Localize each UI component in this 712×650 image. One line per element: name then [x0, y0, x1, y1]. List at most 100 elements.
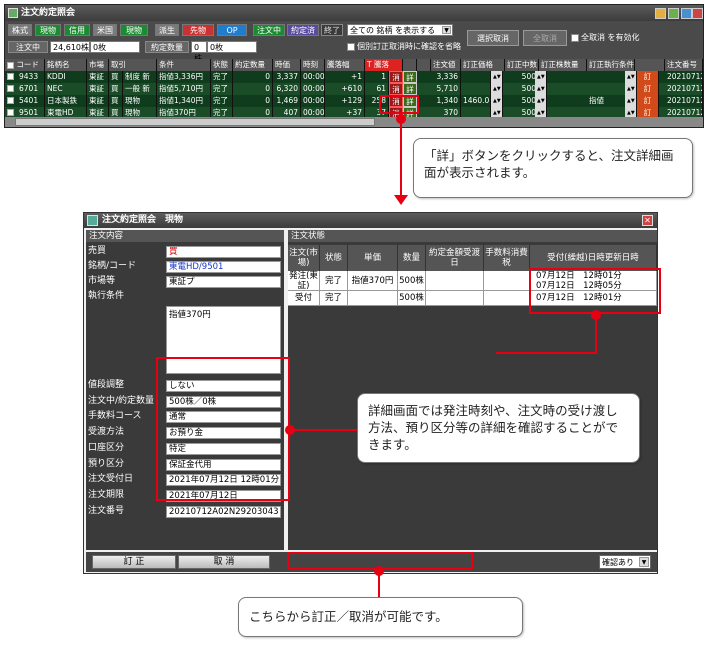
scroll-thumb[interactable] [15, 118, 375, 126]
detail-field: 注文番号 20210712A02N29203043 [86, 504, 284, 519]
grid-cell [461, 83, 491, 95]
grid-cell: 5401 [17, 95, 45, 107]
detail-field: 売買買 [86, 244, 284, 259]
row-detail-button[interactable]: 詳 [403, 83, 417, 95]
row-checkbox[interactable] [7, 73, 14, 80]
symbol-filter-select[interactable]: 全ての 銘柄 を表示する ▼ [347, 24, 453, 36]
row-checkbox[interactable] [7, 109, 14, 116]
tab-derivative[interactable]: 派生 [155, 24, 179, 36]
stepper-icon[interactable]: ▲▼ [491, 71, 503, 83]
horizontal-scrollbar[interactable] [5, 117, 703, 127]
order-inquiry-window: 注文約定照会 株式 現物 信用 米国 現物 派生 先物 OP 注文中 約定済 終… [4, 4, 704, 128]
filter-ordering-button[interactable]: 注文中 [253, 24, 285, 36]
callout-detail-button: 「詳」ボタンをクリックすると、注文詳細画面が表示されます。 [413, 138, 693, 198]
grid-header: コード 銘柄名 市場 取引 条件 状態 約定数量 時価 時刻 騰落幅 T 騰落 … [5, 59, 703, 71]
stepper-icon[interactable]: ▲▼ [491, 83, 503, 95]
status-cell: 完了 [320, 291, 348, 306]
tab-stock[interactable]: 株式 [8, 24, 32, 36]
order-qty-label: 注文中 [8, 41, 48, 53]
grid-cell: 1,340 [431, 95, 461, 107]
grid-cell: 6701 [17, 83, 45, 95]
grid-cell: 3,336 [431, 71, 461, 83]
grid-cell: 0 [233, 71, 273, 83]
grid-cell: 00:00 [303, 95, 325, 107]
grid-cell: +129 [325, 95, 365, 107]
app-logo-icon [8, 8, 18, 18]
row-checkbox[interactable] [7, 97, 14, 104]
grid-cell: +1 [325, 71, 365, 83]
confirm-skip-checkbox[interactable]: 個別訂正取消時に確認を省略 [347, 42, 461, 52]
grid-cell: 3,337 [273, 71, 301, 83]
stepper-icon[interactable]: ▲▼ [625, 71, 637, 83]
exec-qty-value2: 0枚 [207, 41, 257, 53]
row-cancel-button[interactable]: 消 [389, 83, 403, 95]
grid-cell: 61 [365, 83, 389, 95]
filter-finished-button[interactable]: 終了 [321, 24, 343, 36]
arrow-down-icon [394, 195, 408, 205]
tab-futures[interactable]: 先物 [182, 24, 214, 36]
grid-cell: 東証 [87, 71, 109, 83]
row-revise-button[interactable]: 訂 [637, 71, 659, 83]
detail-field: 銘柄/コード 東電HD/9501 [86, 259, 284, 274]
stepper-icon[interactable]: ▲▼ [625, 95, 637, 107]
table-row[interactable]: 9433 KDDI 東証買制度 新指値3,336円 完了 0 3,337 00:00 +1 1 消… [5, 71, 703, 83]
order-qty-value2: 0枚 [90, 41, 140, 53]
exec-qty-value: 0株 [191, 41, 207, 63]
row-revise-button[interactable]: 訂 [637, 83, 659, 95]
grid-cell: 指値1,340円 [157, 95, 211, 107]
grid-cell: 20210712 [667, 95, 703, 107]
grid-cell: NEC [45, 83, 87, 95]
grid-cell: 20210712 [667, 71, 703, 83]
grid-cell: 買 [109, 83, 123, 95]
stepper-icon[interactable]: ▲▼ [535, 71, 547, 83]
row-revise-button[interactable]: 訂 [637, 95, 659, 107]
pointer-line [378, 574, 380, 598]
tab-margin[interactable]: 信用 [64, 24, 90, 36]
filter-executed-button[interactable]: 約定済 [287, 24, 319, 36]
stepper-icon[interactable]: ▲▼ [535, 95, 547, 107]
order-grid: コード 銘柄名 市場 取引 条件 状態 約定数量 時価 時刻 騰落幅 T 騰落 … [5, 59, 703, 119]
grid-cell: 20210712 [667, 83, 703, 95]
close-icon[interactable] [692, 8, 703, 19]
select-cancel-button[interactable]: 選択取消 [467, 30, 519, 46]
stepper-icon[interactable]: ▲▼ [491, 95, 503, 107]
table-row[interactable]: 5401 日本製鉄 東証買現物 指値1,340円 完了 0 1,469 00:00 +129 25… [5, 95, 703, 107]
row-detail-button[interactable]: 詳 [403, 71, 417, 83]
grid-cell: KDDI [45, 71, 87, 83]
grid-cell: 買 [109, 95, 123, 107]
callout-details: 詳細画面では発注時刻や、注文時の受け渡し方法、預り区分等の詳細を確認することがで… [357, 393, 640, 463]
tab-cash[interactable]: 現物 [35, 24, 61, 36]
grid-cell: 東証 [87, 83, 109, 95]
status-cell: 完了 [320, 271, 348, 291]
row-checkbox[interactable] [7, 85, 14, 92]
grid-cell: 00:00 [303, 71, 325, 83]
tab-options[interactable]: OP [217, 24, 247, 36]
select-all-checkbox[interactable] [7, 61, 14, 69]
stepper-icon[interactable]: ▲▼ [535, 83, 547, 95]
table-row[interactable]: 6701 NEC 東証買一般 新指値5,710円 完了 0 6,320 00:00 +610 6… [5, 83, 703, 95]
grid-cell: 500 [505, 83, 539, 95]
cancel-order-button[interactable]: 取 消 [178, 555, 270, 569]
detail-field: 執行条件 [88, 291, 125, 301]
grid-cell: 1,469 [273, 95, 301, 107]
grid-cell: 1 [365, 71, 389, 83]
tab-us[interactable]: 米国 [93, 24, 117, 36]
confirm-select[interactable]: 確認あり ▼ [599, 555, 651, 569]
order-qty-value: 24,610株 [50, 41, 90, 53]
time-highlight [529, 268, 661, 314]
tab-us-cash[interactable]: 現物 [120, 24, 148, 36]
cancel-all-enable-checkbox[interactable]: 全取消 を有効化 [571, 33, 640, 43]
grid-cell: 1460.0 [463, 95, 491, 107]
cancel-all-button[interactable]: 全取消 [523, 30, 567, 46]
toolbar: 株式 現物 信用 米国 現物 派生 先物 OP 注文中 約定済 終了 全ての 銘… [5, 21, 703, 63]
pin-icon[interactable] [655, 8, 666, 19]
revise-button[interactable]: 訂 正 [92, 555, 176, 569]
grid-cell: 9433 [17, 71, 45, 83]
settings-icon[interactable] [668, 8, 679, 19]
stepper-icon[interactable]: ▲▼ [625, 83, 637, 95]
close-icon[interactable]: ✕ [642, 215, 653, 226]
order-status-header: 注文状態 [288, 230, 657, 242]
row-cancel-button[interactable]: 消 [389, 71, 403, 83]
grid-cell: 500 [505, 95, 539, 107]
help-icon[interactable] [681, 8, 692, 19]
